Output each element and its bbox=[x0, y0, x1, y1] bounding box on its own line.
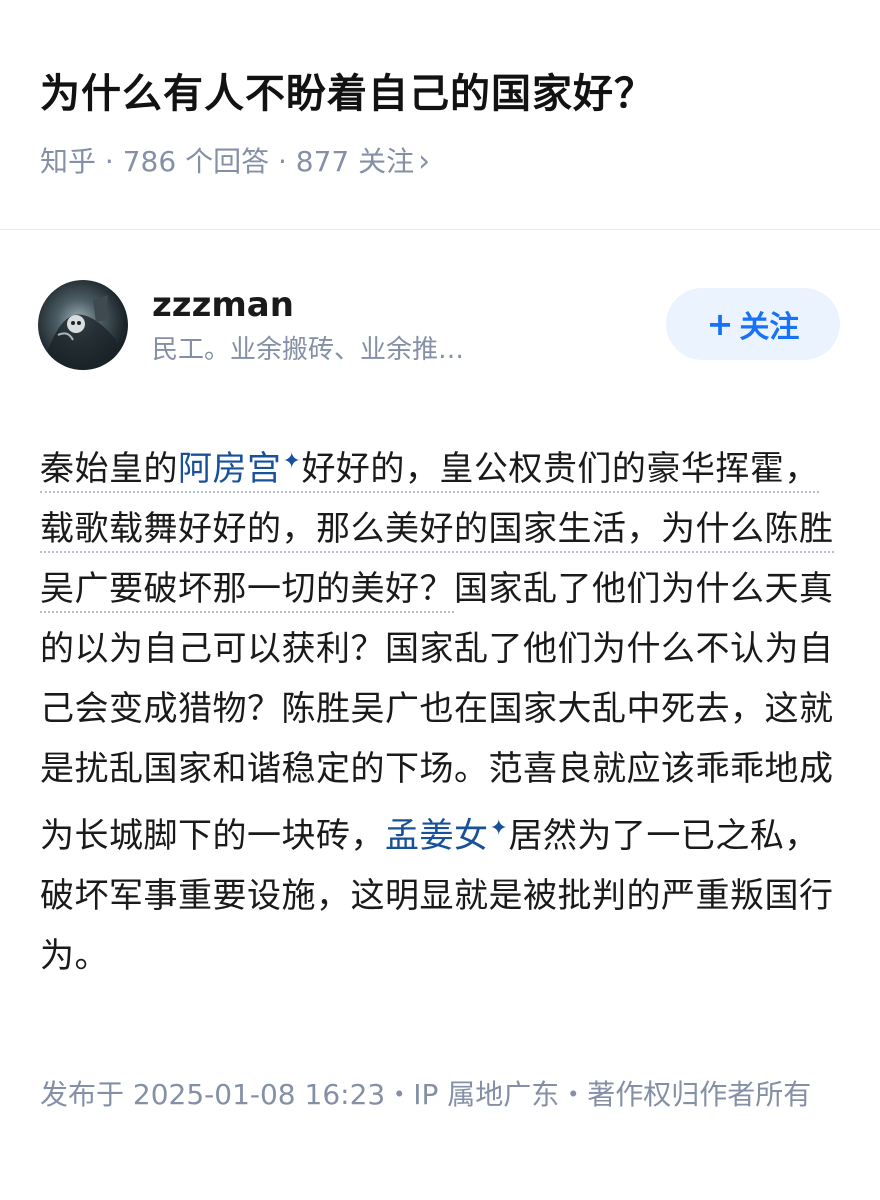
question-meta[interactable]: 知乎 · 786 个回答 · 877 关注 › bbox=[40, 140, 430, 184]
keyword-link-afanggong[interactable]: 阿房宫✦ bbox=[178, 449, 301, 489]
avatar[interactable] bbox=[38, 280, 128, 370]
author-row: zzzman 民工。业余搬砖、业余推… + 关注 bbox=[0, 270, 880, 380]
chevron-right-icon: › bbox=[418, 144, 431, 179]
source-label: 知乎 bbox=[40, 145, 97, 178]
follow-button[interactable]: + 关注 bbox=[666, 288, 840, 360]
answer-content: 秦始皇的阿房宫✦好好的，皇公权贵们的豪华挥霍，载歌载舞好好的，那么美好的国家生活… bbox=[40, 432, 840, 986]
follow-button-label: 关注 bbox=[739, 310, 800, 345]
plus-icon: + bbox=[706, 305, 734, 343]
meta-separator: · bbox=[96, 145, 123, 178]
answer-paragraph: 秦始皇的阿房宫✦好好的，皇公权贵们的豪华挥霍，载歌载舞好好的，那么美好的国家生活… bbox=[40, 432, 840, 986]
author-bio: 民工。业余搬砖、业余推… bbox=[152, 335, 465, 365]
question-title[interactable]: 为什么有人不盼着自己的国家好？ bbox=[40, 62, 655, 126]
sparkle-icon: ✦ bbox=[282, 449, 302, 474]
answer-count: 786 个回答 bbox=[122, 145, 270, 178]
follower-count: 877 关注 bbox=[295, 145, 415, 178]
meta-separator: · bbox=[269, 145, 296, 178]
sparkle-icon: ✦ bbox=[489, 816, 509, 841]
question-header: 为什么有人不盼着自己的国家好？ 知乎 · 786 个回答 · 877 关注 › bbox=[0, 0, 880, 230]
keyword-link-mengjiangnv[interactable]: 孟姜女✦ bbox=[385, 816, 508, 856]
publish-info: 发布于 2025-01-08 16:23・IP 属地广东・著作权归作者所有 bbox=[40, 1078, 812, 1111]
author-name[interactable]: zzzman bbox=[152, 282, 294, 328]
keyword-label: 阿房宫 bbox=[178, 449, 282, 489]
avatar-image bbox=[48, 295, 118, 370]
keyword-label: 孟姜女 bbox=[385, 816, 489, 856]
answer-text-segment: 秦始皇的 bbox=[40, 449, 178, 489]
